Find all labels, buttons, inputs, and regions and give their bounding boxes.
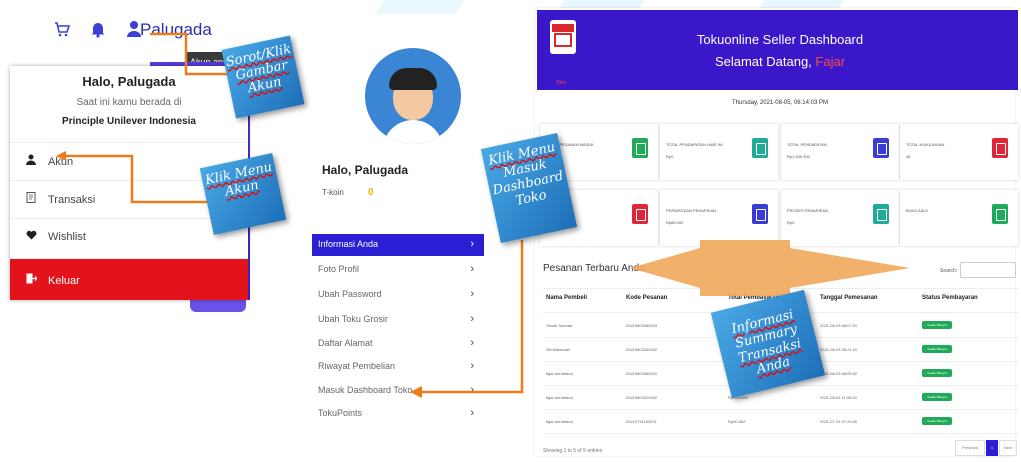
callout-sorot-gambar-akun: Sorot/Klik Gambar Akun: [221, 35, 305, 119]
